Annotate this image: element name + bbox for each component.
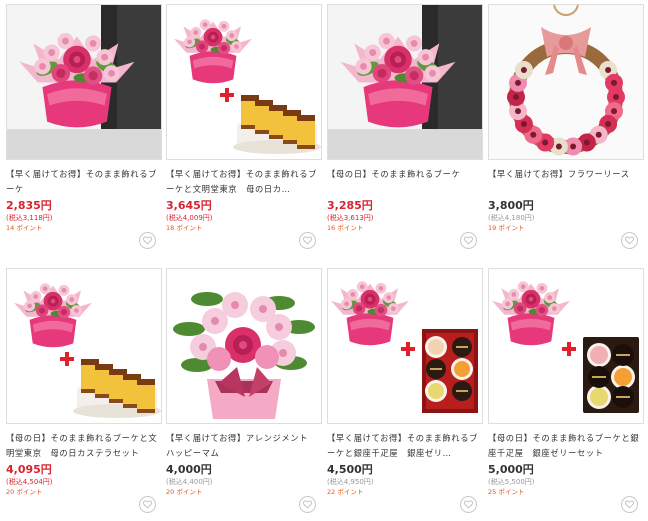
- product-title[interactable]: 【早く届けてお得】そのまま飾れるブーケと文明堂東京 母の日カ…: [166, 167, 322, 197]
- product-card[interactable]: 【早く届けてお得】アレンジメント ハッピーマム 4,000円 (税込4,400円) 2…: [166, 268, 322, 513]
- product-points: 19 ポイント: [488, 224, 525, 232]
- product-tax-price: (税込3,118円): [6, 214, 53, 222]
- product-image[interactable]: [166, 4, 322, 160]
- product-image[interactable]: [6, 268, 162, 424]
- product-price: 3,645円: [166, 199, 212, 212]
- product-card[interactable]: 【早く届けてお得】フラワーリース 3,800円 (税込4,180円) 19 ポイント: [488, 4, 644, 249]
- favorite-heart-button[interactable]: [299, 232, 316, 249]
- product-price: 3,800円: [488, 199, 534, 212]
- product-tax-price: (税込5,500円): [488, 478, 535, 486]
- favorite-heart-button[interactable]: [460, 232, 477, 249]
- product-price: 4,095円: [6, 463, 52, 476]
- product-tax-price: (税込4,504円): [6, 478, 53, 486]
- favorite-heart-button[interactable]: [621, 496, 638, 513]
- product-card[interactable]: 【母の日】そのまま飾れるブーケと文明堂東京 母の日カステラセット 4,095円 (税…: [6, 268, 162, 513]
- product-points: 20 ポイント: [6, 488, 43, 496]
- product-title[interactable]: 【早く届けてお得】フラワーリース: [488, 167, 644, 197]
- favorite-heart-button[interactable]: [139, 496, 156, 513]
- product-price: 4,500円: [327, 463, 373, 476]
- product-title[interactable]: 【母の日】そのまま飾れるブーケ: [327, 167, 483, 197]
- product-tax-price: (税込4,009円): [166, 214, 213, 222]
- favorite-heart-button[interactable]: [299, 496, 316, 513]
- product-card[interactable]: 【母の日】そのまま飾れるブーケと銀座千疋屋 銀座ゼリーセット 5,000円 (税込5…: [488, 268, 644, 513]
- product-image[interactable]: [166, 268, 322, 424]
- product-title[interactable]: 【母の日】そのまま飾れるブーケと銀座千疋屋 銀座ゼリーセット: [488, 431, 644, 461]
- product-tax-price: (税込4,180円): [488, 214, 535, 222]
- product-points: 22 ポイント: [327, 488, 364, 496]
- product-card[interactable]: 【早く届けてお得】そのまま飾れるブーケと銀座千疋屋 銀座ゼリ… 4,500円 (税込…: [327, 268, 483, 513]
- product-price: 2,835円: [6, 199, 52, 212]
- product-image[interactable]: [488, 268, 644, 424]
- product-price: 4,000円: [166, 463, 212, 476]
- product-card[interactable]: 【早く届けてお得】そのまま飾れるブーケ 2,835円 (税込3,118円) 14 ポイ…: [6, 4, 162, 249]
- product-price: 3,285円: [327, 199, 373, 212]
- product-tax-price: (税込4,400円): [166, 478, 213, 486]
- favorite-heart-button[interactable]: [621, 232, 638, 249]
- product-card[interactable]: 【母の日】そのまま飾れるブーケ 3,285円 (税込3,613円) 16 ポイント: [327, 4, 483, 249]
- product-points: 14 ポイント: [6, 224, 43, 232]
- product-image[interactable]: [488, 4, 644, 160]
- product-title[interactable]: 【早く届けてお得】そのまま飾れるブーケ: [6, 167, 162, 197]
- product-price: 5,000円: [488, 463, 534, 476]
- product-points: 20 ポイント: [166, 488, 203, 496]
- product-title[interactable]: 【母の日】そのまま飾れるブーケと文明堂東京 母の日カステラセット: [6, 431, 162, 461]
- favorite-heart-button[interactable]: [139, 232, 156, 249]
- product-points: 18 ポイント: [166, 224, 203, 232]
- product-title[interactable]: 【早く届けてお得】アレンジメント ハッピーマム: [166, 431, 322, 461]
- product-image[interactable]: [6, 4, 162, 160]
- product-points: 25 ポイント: [488, 488, 525, 496]
- product-title[interactable]: 【早く届けてお得】そのまま飾れるブーケと銀座千疋屋 銀座ゼリ…: [327, 431, 483, 461]
- product-points: 16 ポイント: [327, 224, 364, 232]
- product-tax-price: (税込4,950円): [327, 478, 374, 486]
- product-tax-price: (税込3,613円): [327, 214, 374, 222]
- product-image[interactable]: [327, 4, 483, 160]
- product-card[interactable]: 【早く届けてお得】そのまま飾れるブーケと文明堂東京 母の日カ… 3,645円 (税込…: [166, 4, 322, 249]
- favorite-heart-button[interactable]: [460, 496, 477, 513]
- product-image[interactable]: [327, 268, 483, 424]
